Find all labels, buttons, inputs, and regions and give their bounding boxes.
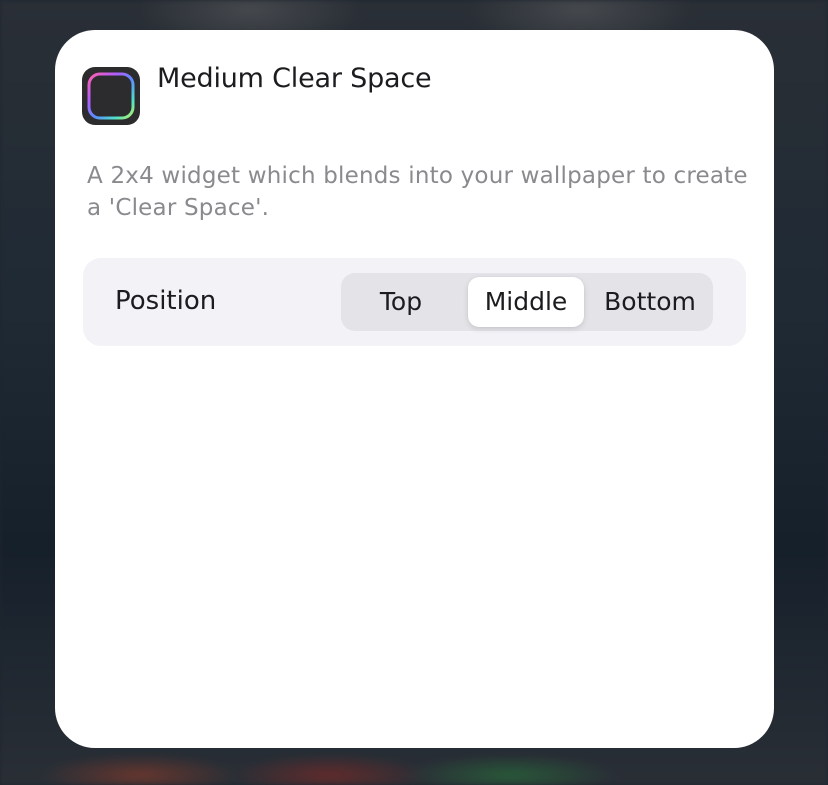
- segment-middle-selected[interactable]: Middle: [468, 277, 584, 327]
- app-icon: [82, 67, 140, 125]
- position-setting-row: Position Top Middle Bottom: [83, 258, 746, 346]
- widget-description: A 2x4 widget which blends into your wall…: [87, 163, 748, 221]
- segment-bottom[interactable]: Bottom: [589, 277, 711, 327]
- rounded-square-gradient-icon: [87, 72, 135, 120]
- segment-top[interactable]: Top: [341, 277, 461, 327]
- widget-configuration-sheet: Medium Clear Space A 2x4 widget which bl…: [55, 30, 774, 748]
- position-label: Position: [115, 286, 217, 316]
- position-segmented-control: Top Middle Bottom: [341, 273, 713, 331]
- widget-title: Medium Clear Space: [157, 63, 432, 94]
